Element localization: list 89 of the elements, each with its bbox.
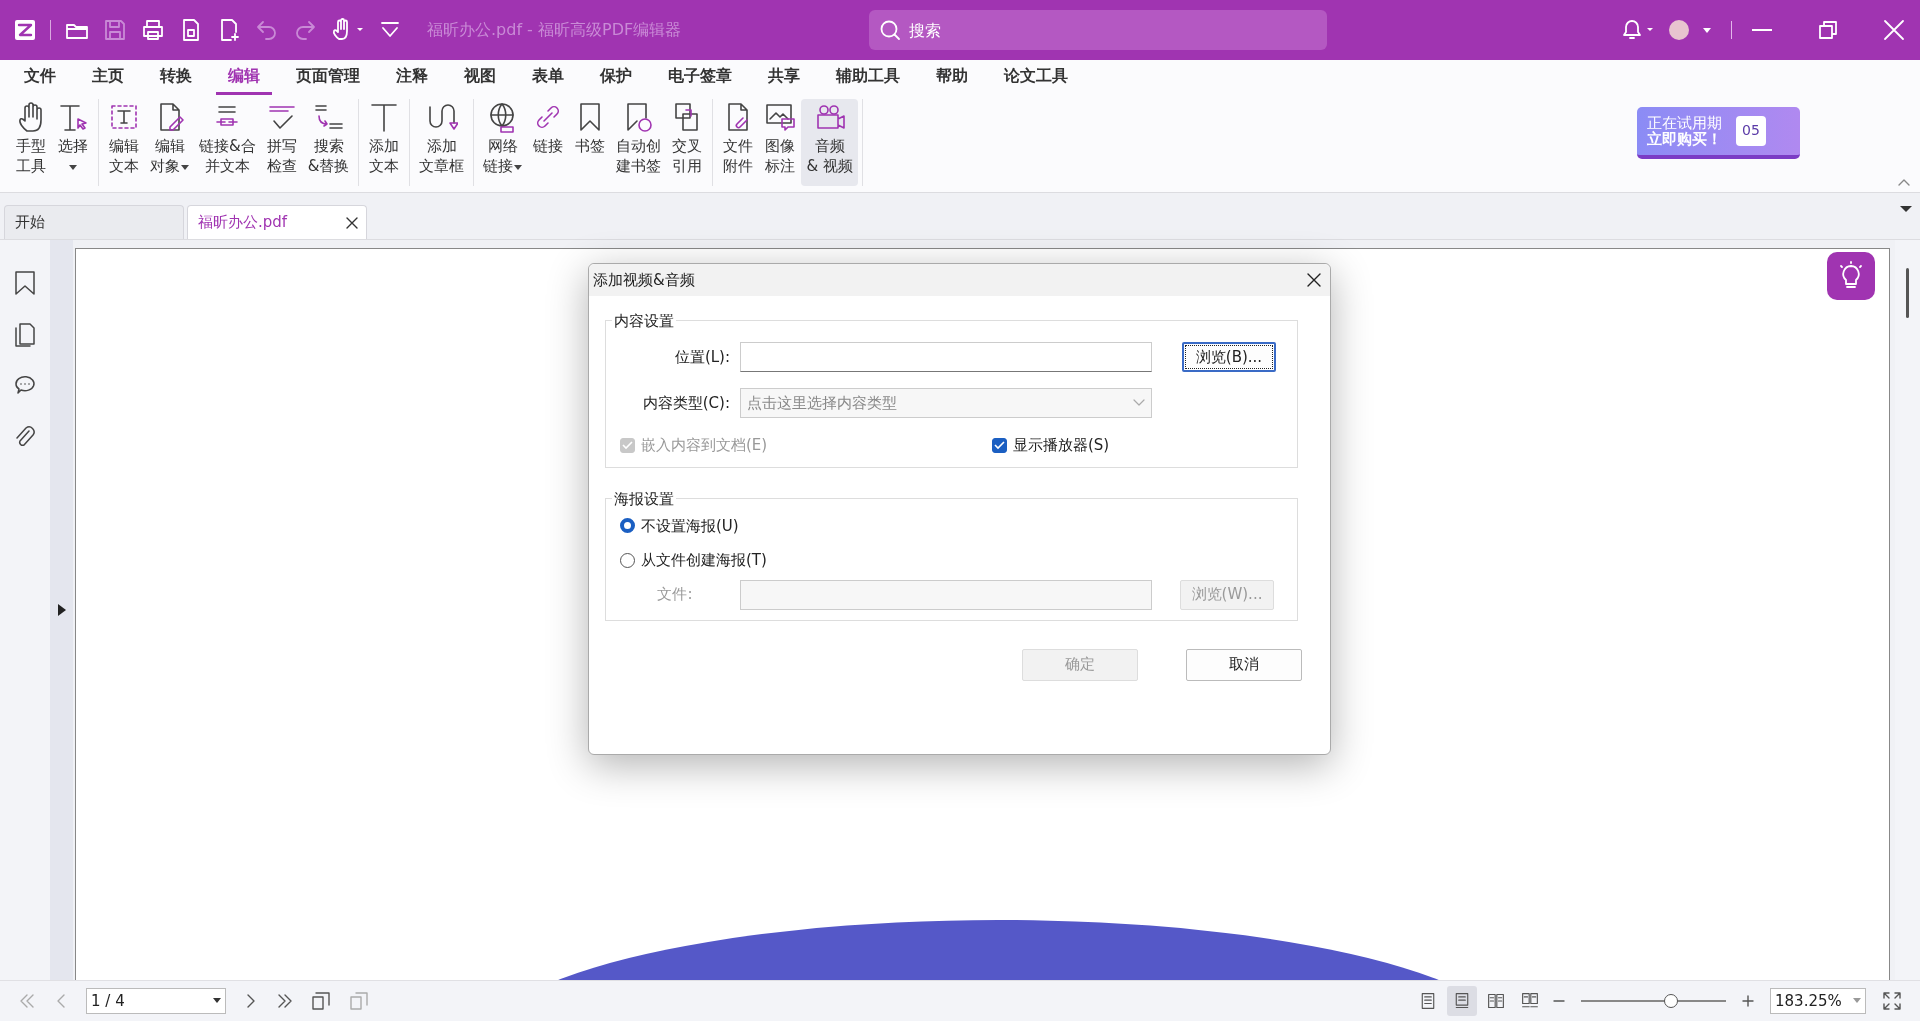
chevron-icon [1133,399,1145,407]
minimize-icon [1752,29,1772,31]
restore-icon [1816,18,1840,42]
menu-tab[interactable]: 转换 [148,62,204,95]
pages-icon [14,322,36,348]
printer-icon [141,18,165,42]
lightbulb-icon [1838,261,1864,291]
document-tab[interactable]: 福昕办公.pdf [187,205,367,239]
field-label: 位置(L): [673,346,730,368]
menu-tab[interactable]: 辅助工具 [824,62,912,95]
ribbon-button[interactable]: 网络 链接 [478,99,528,186]
checkbox[interactable]: 显示播放器(S) [992,434,1110,457]
hand-icon [331,18,365,42]
menu-tab[interactable]: 主页 [80,62,136,95]
ribbon-button[interactable]: 文件 附件 [717,99,760,186]
caret-icon [1853,998,1861,1004]
menu-tab[interactable]: 文件 [12,62,68,95]
caret-icon [1703,27,1711,33]
ribbon-button[interactable]: 添加 文章框 [414,99,470,186]
banner-text: 立即购买！ [1647,131,1722,148]
save-icon [103,18,127,42]
close-icon [346,216,358,229]
dropdown-icon [1900,205,1912,213]
close-icon [1882,18,1906,42]
tips-button[interactable] [1827,252,1875,300]
scrollbar-thumb[interactable] [1906,268,1909,318]
menu-tab[interactable]: 共享 [756,62,812,95]
menu-tab[interactable]: 注释 [384,62,440,95]
banner-text: 正在试用期 [1647,114,1722,131]
window-title: 福昕办公.pdf - 福昕高级PDF编辑器 [427,19,683,41]
avatar[interactable] [1669,20,1689,40]
caret-icon [181,162,189,171]
zoom-field[interactable]: 183.25% [1770,988,1866,1014]
ribbon-button[interactable]: 编辑 对象 [145,99,194,186]
redo-icon [293,18,317,42]
trial-banner[interactable]: 正在试用期 立即购买！ 05 [1637,107,1800,159]
ribbon-button[interactable]: 音频 & 视频 [801,99,858,186]
bookmark-icon [14,270,36,296]
expand-icon [57,604,66,616]
dialog-button[interactable]: 取消 [1186,648,1302,681]
menu-tab[interactable]: 帮助 [924,62,980,95]
search-field[interactable]: 搜索 [869,10,1327,50]
checkmark-icon [622,440,633,450]
ribbon-button[interactable]: 书签 [569,99,612,186]
browse-button[interactable]: 浏览(B)... [1182,342,1276,372]
field-label: 文件: [656,584,694,606]
ribbon-button[interactable]: 自动创 建书签 [611,99,667,186]
view-mode-button[interactable] [1447,986,1477,1016]
app-logo-icon [14,19,36,41]
checkmark-icon [994,440,1005,450]
close-icon [1306,272,1322,288]
field-label: 内容类型(C): [641,392,730,414]
location-field[interactable] [740,342,1152,372]
menu-tab[interactable]: 视图 [452,62,508,95]
collapse-icon [1898,178,1910,186]
menu-tab[interactable]: 表单 [520,62,576,95]
radio-option[interactable]: 从文件创建海报(T) [620,549,1283,572]
caret-icon [514,162,523,171]
ribbon-button[interactable]: 编辑 文本 [103,99,145,186]
menu-tab[interactable]: 论文工具 [992,62,1080,95]
ribbon-button[interactable]: 选择 [52,99,94,186]
undo-icon [255,18,279,42]
rotate-pages-icon [310,990,332,1012]
ribbon-button[interactable]: 拼写 检查 [260,99,303,186]
menu-tab[interactable]: 电子签章 [656,62,744,95]
zoom-in-icon [1742,995,1754,1007]
ribbon-button[interactable]: 添加 文本 [363,99,406,186]
days-counter: 05 [1736,116,1766,146]
caret-icon [213,998,221,1004]
radio-option[interactable]: 不设置海报(U) [620,514,1283,537]
ribbon-button[interactable]: 搜索 &替换 [302,99,355,186]
last-page-icon [276,992,294,1010]
image-comment-icon [764,101,797,133]
menu-tab[interactable]: 页面管理 [284,62,372,95]
ribbon-button[interactable]: 交叉 引用 [666,99,709,186]
first-page-icon [18,992,36,1010]
ribbon-button[interactable]: 链接&合 并文本 [194,99,261,186]
search-icon [879,19,901,41]
ribbon-button[interactable]: 手型 工具 [10,99,52,186]
page-number-field[interactable]: 1 / 4 [86,988,226,1014]
single-page-icon [1419,990,1437,1012]
ribbon-button[interactable]: 图像 标注 [759,99,802,186]
document-tab[interactable]: 开始 [4,205,184,239]
fullscreen-icon [1882,991,1902,1011]
caret-icon [69,162,77,171]
ribbon-button[interactable]: 链接 [527,99,570,186]
dialog-title: 添加视频&音频 [593,269,695,291]
menu-tab[interactable]: 保护 [588,62,644,95]
pages-icon [348,990,370,1012]
